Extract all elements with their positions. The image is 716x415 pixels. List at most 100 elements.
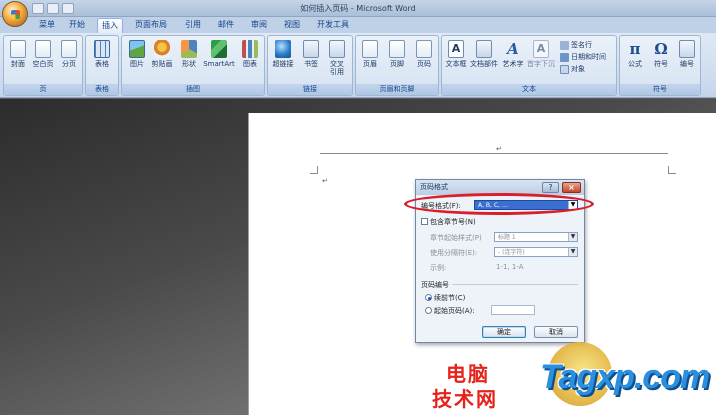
cover-page-button[interactable]: 封面	[7, 40, 29, 68]
bookmark-icon	[303, 40, 319, 58]
omega-icon: Ω	[654, 40, 668, 58]
office-button[interactable]	[2, 1, 28, 27]
page-break-button[interactable]: 分页	[58, 40, 80, 68]
header-icon	[362, 40, 378, 58]
chapter-style-select[interactable]: 标题 1 ▼	[494, 232, 578, 242]
ribbon-tabs: 菜单 开始 插入 页面布局 引用 邮件 审阅 视图 开发工具	[0, 17, 716, 33]
cross-reference-button[interactable]: 交叉引用	[326, 40, 348, 76]
group-header-footer: 页眉 页脚 页码 页眉和页脚	[355, 35, 439, 96]
footer-icon	[389, 40, 405, 58]
pi-icon: π	[629, 40, 641, 58]
shapes-icon	[181, 40, 197, 58]
group-label: 文本	[442, 84, 616, 95]
signature-icon	[560, 40, 569, 50]
group-label: 页眉和页脚	[356, 84, 438, 95]
tab-home[interactable]: 开始	[64, 18, 90, 33]
blank-page-icon	[35, 40, 51, 58]
signature-line-button[interactable]: 签名行	[560, 40, 592, 50]
bookmark-button[interactable]: 书签	[300, 40, 322, 68]
chart-button[interactable]: 图表	[239, 40, 261, 68]
quick-parts-icon	[476, 40, 492, 58]
chevron-down-icon[interactable]: ▼	[568, 248, 577, 256]
start-at-radio[interactable]: 起始页码(A):	[425, 306, 475, 316]
tab-developer[interactable]: 开发工具	[312, 18, 354, 33]
quick-parts-button[interactable]: 文档部件	[470, 40, 498, 68]
tab-view[interactable]: 视图	[279, 18, 305, 33]
cover-page-icon	[10, 40, 26, 58]
table-button[interactable]: 表格	[91, 40, 113, 68]
footer-button[interactable]: 页脚	[386, 40, 408, 68]
continue-radio[interactable]: 续前节(C)	[425, 293, 465, 303]
hyperlink-button[interactable]: 超链接	[272, 40, 294, 68]
drop-cap-button[interactable]: A 首字下沉	[527, 40, 555, 68]
section-divider	[452, 284, 578, 285]
wordart-button[interactable]: A 艺术字	[502, 40, 524, 68]
margin-corner-mark	[310, 166, 318, 174]
example-value: 1-1, 1-A	[496, 263, 524, 271]
watermark-text-line2: 技术网	[432, 387, 498, 411]
group-label: 链接	[268, 84, 352, 95]
example-label: 示例:	[430, 264, 447, 272]
object-icon	[560, 64, 569, 74]
symbol-button[interactable]: Ω 符号	[650, 40, 672, 68]
page-numbering-section-title: 页码编号	[421, 281, 449, 289]
separator-label: 使用分隔符(E):	[430, 249, 478, 257]
radio-unselected[interactable]	[425, 307, 432, 314]
group-symbols: π 公式 Ω 符号 编号 符号	[619, 35, 701, 96]
hyperlink-icon	[275, 40, 291, 58]
highlight-ellipse	[404, 193, 594, 215]
close-button[interactable]: ×	[562, 182, 581, 193]
dialog-body: 编号格式(F): A, B, C, … ▼ 包含章节号(N) 章节起始样式(P)…	[416, 195, 584, 342]
group-label: 插图	[122, 84, 264, 95]
group-label: 页	[4, 84, 82, 95]
drop-cap-icon: A	[533, 40, 549, 58]
help-button[interactable]: ?	[542, 182, 559, 193]
equation-button[interactable]: π 公式	[624, 40, 646, 68]
textbox-icon: A	[448, 40, 464, 58]
table-icon	[94, 40, 110, 58]
page-break-icon	[61, 40, 77, 58]
blank-page-button[interactable]: 空白页	[32, 40, 54, 68]
chevron-down-icon[interactable]: ▼	[568, 233, 577, 241]
watermark-logo: Tagxp.com	[540, 358, 710, 396]
shapes-button[interactable]: 形状	[178, 40, 200, 68]
title-bar: 如何插入页码 - Microsoft Word	[0, 0, 716, 17]
date-time-button[interactable]: 日期和时间	[560, 52, 606, 62]
textbox-button[interactable]: A 文本框	[445, 40, 467, 68]
smartart-button[interactable]: SmartArt	[203, 40, 235, 68]
tab-mailings[interactable]: 邮件	[213, 18, 239, 33]
tab-review[interactable]: 审阅	[246, 18, 272, 33]
page-number-icon	[416, 40, 432, 58]
group-text: A 文本框 文档部件 A 艺术字 A 首字下沉 签名行 日期和时间 对象 文本	[441, 35, 617, 96]
chart-icon	[242, 40, 258, 58]
clipart-button[interactable]: 剪贴画	[151, 40, 173, 68]
start-at-spinner[interactable]	[491, 305, 535, 315]
ok-button[interactable]: 确定	[482, 326, 526, 338]
chapter-style-label: 章节起始样式(P)	[430, 234, 482, 242]
picture-icon	[129, 40, 145, 58]
object-button[interactable]: 对象	[560, 64, 585, 74]
include-chapter-checkbox[interactable]: 包含章节号(N)	[421, 217, 476, 227]
calendar-icon	[560, 52, 569, 62]
smartart-icon	[211, 40, 227, 58]
checkbox-box[interactable]	[421, 218, 428, 225]
paragraph-mark: ↵	[322, 177, 328, 185]
cancel-button[interactable]: 取消	[534, 326, 578, 338]
margin-corner-mark	[668, 166, 676, 174]
window-title: 如何插入页码 - Microsoft Word	[300, 4, 416, 13]
group-links: 超链接 书签 交叉引用 链接	[267, 35, 353, 96]
separator-select[interactable]: - (连字符) ▼	[494, 247, 578, 257]
tab-menu[interactable]: 菜单	[34, 18, 60, 33]
page-number-button[interactable]: 页码	[413, 40, 435, 68]
tab-insert[interactable]: 插入	[97, 18, 123, 33]
numbering-icon	[679, 40, 695, 58]
tab-references[interactable]: 引用	[180, 18, 206, 33]
group-label: 表格	[86, 84, 118, 95]
numbering-button[interactable]: 编号	[676, 40, 698, 68]
radio-selected[interactable]	[425, 294, 432, 301]
header-button[interactable]: 页眉	[359, 40, 381, 68]
tab-page-layout[interactable]: 页面布局	[130, 18, 172, 33]
picture-button[interactable]: 图片	[126, 40, 148, 68]
ribbon: 封面 空白页 分页 页 表格 表格 图片 剪贴画 形状 SmartArt 图表 …	[0, 33, 716, 98]
group-label: 符号	[620, 84, 700, 95]
